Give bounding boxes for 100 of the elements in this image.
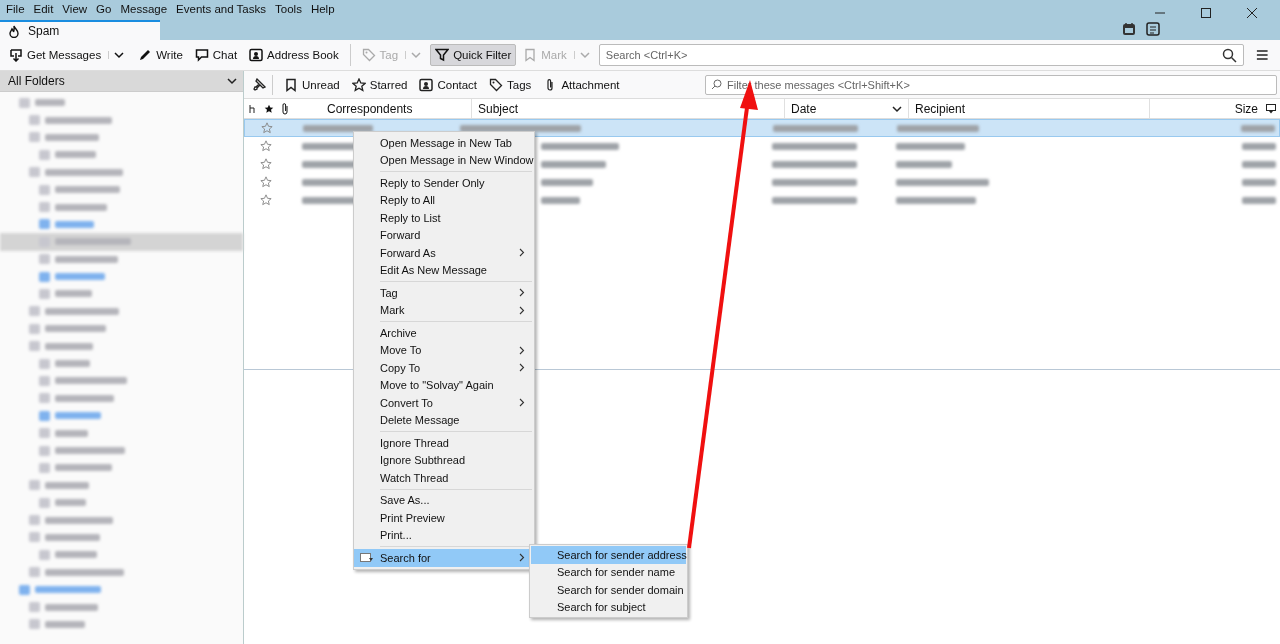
sort-caret-icon[interactable]	[892, 104, 902, 113]
submenu-item[interactable]: Search for sender name	[531, 563, 686, 581]
context-menu-item[interactable]: Move To	[354, 341, 534, 359]
search-icon[interactable]	[1221, 47, 1237, 63]
blurred-text	[541, 160, 606, 168]
context-menu-item[interactable]: Reply to Sender Only	[354, 174, 534, 192]
context-menu-item[interactable]: Edit As New Message	[354, 261, 534, 279]
write-button[interactable]: Write	[133, 44, 188, 66]
context-menu-item[interactable]: Ignore Subthread	[354, 451, 534, 469]
tags-filter-toggle[interactable]: Tags	[484, 75, 537, 94]
task-list-icon[interactable]	[1146, 22, 1160, 36]
menu-item-label: Delete Message	[380, 414, 461, 427]
menu-item-label: Mark	[380, 304, 406, 317]
chat-button[interactable]: Chat	[189, 44, 243, 66]
pin-icon[interactable]	[252, 77, 266, 92]
unread-filter-toggle[interactable]: Unread	[279, 75, 345, 94]
folder-mode-selector[interactable]: All Folders	[0, 71, 243, 92]
star-icon[interactable]	[260, 140, 272, 152]
context-menu-item[interactable]: Move to "Solvay" Again	[354, 376, 534, 394]
context-menu-item[interactable]: Archive	[354, 324, 534, 342]
blurred-text	[896, 160, 952, 168]
context-menu-item[interactable]: Copy To	[354, 359, 534, 377]
menu-item-label: Ignore Subthread	[380, 454, 466, 467]
contact-card-icon	[249, 48, 264, 62]
attachment-column-icon[interactable]	[281, 102, 289, 115]
menu-item-label: Search for	[380, 551, 432, 564]
context-menu-item[interactable]: Forward As	[354, 244, 534, 262]
blurred-text	[1241, 124, 1275, 132]
blurred-text	[896, 142, 965, 150]
context-menu-item[interactable]: Ignore Thread	[354, 434, 534, 452]
address-book-button[interactable]: Address Book	[244, 44, 344, 66]
star-column-icon[interactable]	[264, 103, 274, 114]
starred-filter-toggle[interactable]: Starred	[346, 75, 413, 94]
star-icon[interactable]	[260, 158, 272, 170]
context-menu-item[interactable]: Open Message in New Tab	[354, 134, 534, 152]
menu-item-label: Edit As New Message	[380, 264, 488, 277]
column-title[interactable]: Date	[791, 101, 817, 116]
column-header[interactable]: Size	[1150, 99, 1262, 118]
bookmark-icon	[523, 48, 538, 62]
menu-item-label: Watch Thread	[380, 471, 450, 484]
menu-item[interactable]: Go	[96, 3, 112, 15]
menu-item-label: Reply to All	[380, 194, 437, 207]
blurred-text	[541, 196, 580, 204]
star-icon[interactable]	[261, 122, 273, 134]
spam-tab[interactable]: Spam	[0, 20, 160, 40]
submenu-item[interactable]: Search for sender domain	[531, 581, 686, 599]
context-menu-item[interactable]: Open Message in New Window	[354, 151, 534, 169]
context-menu-item[interactable]: Forward	[354, 226, 534, 244]
context-menu-item[interactable]: Watch Thread	[354, 469, 534, 487]
close-icon[interactable]	[1246, 7, 1258, 19]
menu-item-label: Move To	[380, 344, 423, 357]
menu-item-label: Open Message in New Window	[380, 154, 534, 167]
attachment-filter-toggle[interactable]: Attachment	[538, 75, 625, 94]
context-menu-item[interactable]: Reply to List	[354, 209, 534, 227]
menu-item-label: Reply to List	[380, 211, 442, 224]
context-menu-item[interactable]: Mark	[354, 301, 534, 319]
column-header[interactable]: Recipient	[909, 99, 1150, 118]
menu-item-label: Convert To	[380, 396, 434, 409]
context-menu-item[interactable]: Delete Message	[354, 411, 534, 429]
context-menu-item[interactable]: Convert To	[354, 394, 534, 412]
menu-item[interactable]: Tools	[275, 3, 302, 15]
menu-item-label: Copy To	[380, 361, 422, 374]
flame-icon	[8, 24, 20, 38]
menu-item-label: Ignore Thread	[380, 436, 450, 449]
thread-column-icon[interactable]	[249, 103, 257, 114]
menu-item[interactable]: Help	[310, 3, 335, 15]
column-header[interactable]: Correspondents	[315, 99, 472, 118]
quick-filter-button[interactable]: Quick Filter	[430, 44, 517, 66]
calendar-icon[interactable]	[1122, 22, 1136, 36]
menu-item[interactable]: Message	[120, 3, 168, 15]
menu-icon[interactable]	[1255, 49, 1268, 61]
get-messages-button[interactable]: Get Messages	[4, 44, 132, 66]
caret-icon[interactable]	[227, 77, 237, 85]
maximize-icon[interactable]	[1200, 7, 1212, 19]
column-header[interactable]: Date	[785, 99, 909, 118]
star-icon[interactable]	[260, 194, 272, 206]
context-menu-item[interactable]: Reply to All	[354, 191, 534, 209]
submenu-item[interactable]: Search for sender address	[531, 546, 686, 564]
pencil-icon	[138, 48, 153, 62]
menu-item-label: Forward As	[380, 246, 437, 259]
menu-item-label: Save As...	[380, 494, 431, 507]
context-menu-item[interactable]: Print Preview	[354, 509, 534, 527]
contact-filter-toggle[interactable]: Contact	[414, 75, 483, 94]
menu-item[interactable]: View	[62, 3, 88, 15]
submenu-item[interactable]: Search for subject	[531, 598, 686, 616]
context-menu-item[interactable]: Print...	[354, 526, 534, 544]
star-icon[interactable]	[260, 176, 272, 188]
column-picker-icon[interactable]	[1266, 103, 1276, 114]
speech-bubble-icon	[194, 48, 209, 62]
blurred-folder-row[interactable]	[0, 233, 243, 251]
contact-card-icon	[419, 77, 434, 92]
menu-item-label: Move to "Solvay" Again	[380, 379, 495, 392]
menu-item-label: Print Preview	[380, 511, 446, 524]
context-menu-item[interactable]: Tag	[354, 284, 534, 302]
menu-item[interactable]: Edit	[33, 3, 54, 15]
menu-item[interactable]: Events and Tasks	[176, 3, 267, 15]
star-icon	[351, 77, 366, 92]
context-menu-item[interactable]: Save As...	[354, 491, 534, 509]
menu-item[interactable]: File	[6, 3, 25, 15]
funnel-icon	[435, 48, 450, 62]
